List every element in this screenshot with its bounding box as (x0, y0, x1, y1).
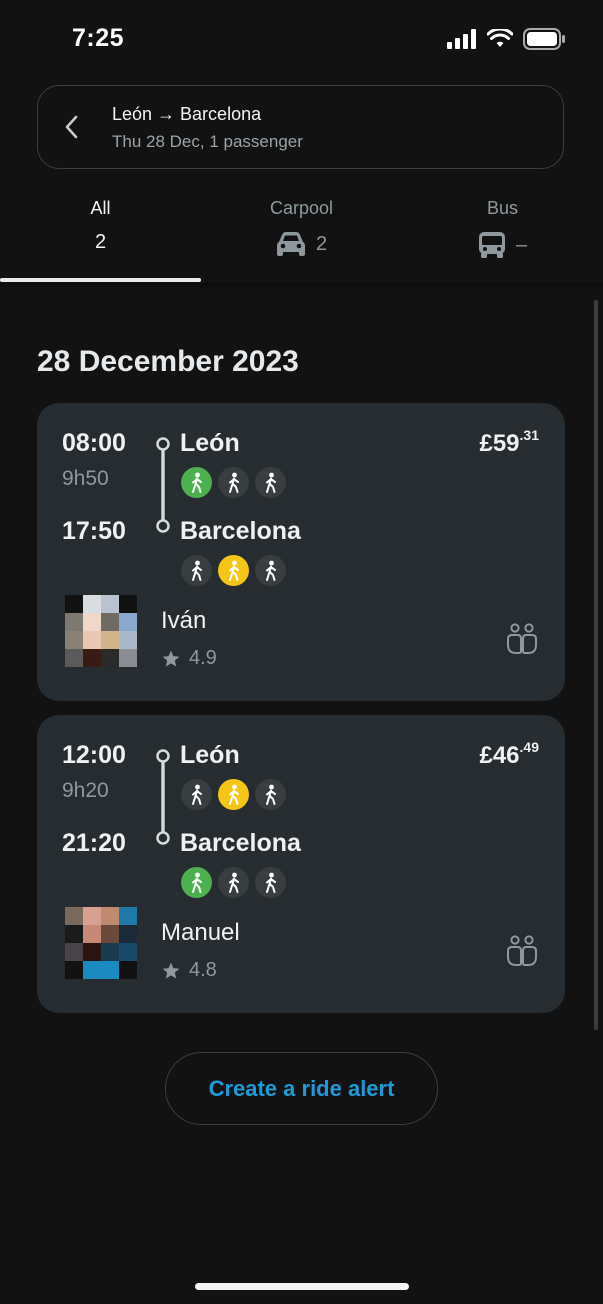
driver-rating: 4.8 (161, 959, 217, 982)
departure-time: 08:00 (62, 429, 126, 457)
date-heading: 28 December 2023 (37, 345, 299, 378)
price-cents: .49 (519, 739, 539, 755)
tab-carpool-count: 2 (315, 232, 328, 255)
tab-carpool[interactable]: Carpool 2 (201, 190, 402, 282)
arrival-time: 21:20 (62, 829, 126, 857)
search-summary[interactable]: León → Barcelona Thu 28 Dec, 1 passenger (37, 85, 564, 169)
star-icon (162, 962, 180, 978)
walking-person-icon (181, 467, 212, 498)
status-bar: 7:25 (0, 0, 603, 80)
walking-person-icon (181, 779, 212, 810)
route-timeline (156, 437, 170, 533)
arrival-time: 17:50 (62, 517, 126, 545)
driver-name: Iván (161, 607, 207, 634)
search-details: Thu 28 Dec, 1 passenger (112, 132, 303, 151)
ride-card[interactable]: 12:00 9h20 21:20 León Barcelona £46.49 M… (37, 715, 565, 1013)
chevron-left-icon (65, 115, 78, 139)
rating-value: 4.8 (189, 959, 217, 981)
cellular-signal-icon (447, 29, 476, 49)
max-two-in-back-icon (507, 935, 537, 966)
walking-person-icon (255, 467, 286, 498)
price-cents: .31 (519, 427, 539, 443)
walking-person-icon (218, 867, 249, 898)
back-button[interactable] (56, 112, 86, 142)
walking-person-icon (255, 555, 286, 586)
arrival-walk-indicators (181, 555, 286, 586)
departure-city: León (180, 429, 240, 457)
walking-person-icon (218, 779, 249, 810)
walking-person-icon (255, 867, 286, 898)
departure-walk-indicators (181, 467, 286, 498)
active-tab-indicator (0, 278, 201, 282)
ride-card[interactable]: 08:00 9h50 17:50 León Barcelona £59.31 I… (37, 403, 565, 701)
walking-person-icon (218, 555, 249, 586)
wifi-icon (487, 29, 513, 47)
duration: 9h20 (62, 779, 109, 802)
departure-time: 12:00 (62, 741, 126, 769)
rating-value: 4.9 (189, 647, 217, 669)
tab-bus[interactable]: Bus – (402, 190, 603, 282)
battery-icon (523, 28, 565, 50)
tab-carpool-label: Carpool (269, 198, 334, 218)
status-icons (447, 28, 565, 50)
arrival-city: Barcelona (180, 517, 301, 545)
bus-icon (478, 232, 505, 258)
car-icon (276, 232, 305, 256)
tab-all-count: 2 (94, 231, 107, 253)
route-title: León → Barcelona (112, 104, 262, 124)
arrival-city: Barcelona (180, 829, 301, 857)
mode-tabs: All 2 Carpool 2 Bus – (0, 190, 603, 286)
tab-all-label: All (90, 198, 111, 218)
tabs-divider (0, 283, 603, 289)
create-ride-alert-button[interactable]: Create a ride alert (165, 1052, 438, 1125)
home-indicator[interactable] (195, 1283, 409, 1290)
driver-rating: 4.9 (161, 647, 217, 670)
avatar (65, 595, 137, 667)
arrival-walk-indicators (181, 867, 286, 898)
driver-name: Manuel (161, 919, 240, 946)
scrollbar[interactable] (594, 300, 598, 1030)
departure-city: León (180, 741, 240, 769)
max-two-in-back-icon (507, 623, 537, 654)
walking-person-icon (181, 867, 212, 898)
price: £46.49 (479, 739, 539, 770)
walking-person-icon (218, 467, 249, 498)
tab-bus-label: Bus (486, 198, 519, 218)
tab-bus-count: – (515, 233, 528, 256)
tab-all[interactable]: All 2 (0, 190, 201, 282)
departure-walk-indicators (181, 779, 286, 810)
price-main: £46 (479, 742, 520, 769)
duration: 9h50 (62, 467, 109, 490)
walking-person-icon (255, 779, 286, 810)
star-icon (162, 650, 180, 666)
price-main: £59 (479, 430, 520, 457)
walking-person-icon (181, 555, 212, 586)
route-timeline (156, 749, 170, 845)
avatar (65, 907, 137, 979)
status-time: 7:25 (72, 24, 125, 52)
price: £59.31 (479, 427, 539, 458)
